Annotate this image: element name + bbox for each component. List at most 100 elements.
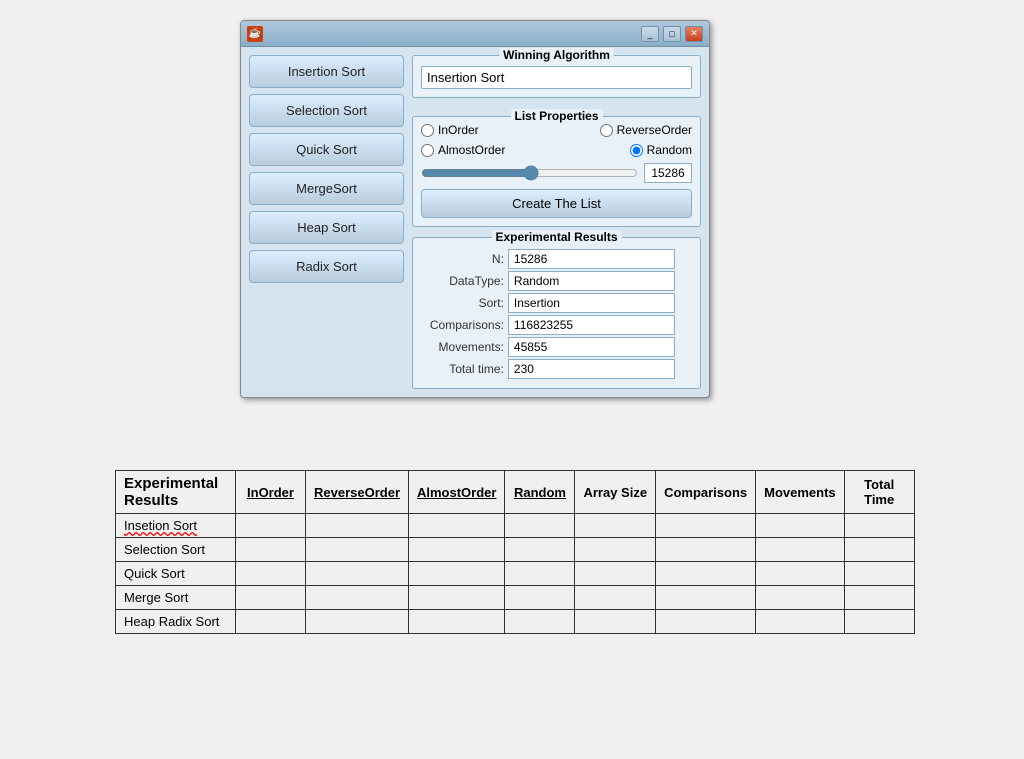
totaltime-label: Total time: bbox=[421, 358, 506, 380]
row-heapradix-comparisons bbox=[656, 610, 756, 634]
row-quick-inorder bbox=[236, 562, 306, 586]
result-totaltime-row: Total time: bbox=[421, 358, 692, 380]
close-button[interactable]: ✕ bbox=[685, 26, 703, 42]
row-selection-comparisons bbox=[656, 538, 756, 562]
row-quick-reverseorder bbox=[306, 562, 409, 586]
bottom-section: Experimental Results InOrder ReverseOrde… bbox=[115, 470, 1005, 634]
heap-sort-button[interactable]: Heap Sort bbox=[249, 211, 404, 244]
row-merge-arraysize bbox=[575, 586, 656, 610]
row-heapradix-almostorder bbox=[409, 610, 505, 634]
result-datatype-row: DataType: bbox=[421, 270, 692, 292]
row-selection-inorder bbox=[236, 538, 306, 562]
col-inorder: InOrder bbox=[236, 471, 306, 514]
java-icon: ☕ bbox=[247, 26, 263, 42]
row-heapradix-reverseorder bbox=[306, 610, 409, 634]
radix-sort-button[interactable]: Radix Sort bbox=[249, 250, 404, 283]
inorder-radio-item[interactable]: InOrder bbox=[421, 123, 479, 137]
row-selection-arraysize bbox=[575, 538, 656, 562]
row-insertion-comparisons bbox=[656, 514, 756, 538]
table-header-row: Experimental Results InOrder ReverseOrde… bbox=[116, 471, 915, 514]
row-selection-almostorder bbox=[409, 538, 505, 562]
sort-value[interactable] bbox=[508, 293, 675, 313]
row-merge-random bbox=[505, 586, 575, 610]
row-quick-totaltime bbox=[844, 562, 914, 586]
almostorder-radio-item[interactable]: AlmostOrder bbox=[421, 143, 505, 157]
row-selection-random bbox=[505, 538, 575, 562]
row-heapradix-movements bbox=[756, 610, 845, 634]
window-controls: _ □ ✕ bbox=[641, 26, 703, 42]
minimize-button[interactable]: _ bbox=[641, 26, 659, 42]
row-selection-movements bbox=[756, 538, 845, 562]
table-row: Insetion Sort bbox=[116, 514, 915, 538]
sort-window: ☕ _ □ ✕ Insertion Sort Selection Sort Qu… bbox=[240, 20, 710, 398]
row-quick-comparisons bbox=[656, 562, 756, 586]
row-selection-sort: Selection Sort bbox=[116, 538, 236, 562]
row-merge-inorder bbox=[236, 586, 306, 610]
reverseorder-radio-item[interactable]: ReverseOrder bbox=[600, 123, 692, 137]
row-quick-sort: Quick Sort bbox=[116, 562, 236, 586]
insertion-sort-cell: Insetion Sort bbox=[124, 518, 197, 533]
row-quick-movements bbox=[756, 562, 845, 586]
row-insertion-reverseorder bbox=[306, 514, 409, 538]
inorder-label: InOrder bbox=[438, 123, 479, 137]
row-merge-almostorder bbox=[409, 586, 505, 610]
random-radio-item[interactable]: Random bbox=[630, 143, 692, 157]
row-merge-totaltime bbox=[844, 586, 914, 610]
comparisons-value[interactable] bbox=[508, 315, 675, 335]
table-row: Selection Sort bbox=[116, 538, 915, 562]
size-slider[interactable] bbox=[421, 165, 638, 181]
winning-algorithm-input[interactable] bbox=[421, 66, 692, 89]
col-arraysize: Array Size bbox=[575, 471, 656, 514]
window-body: Insertion Sort Selection Sort Quick Sort… bbox=[241, 47, 709, 397]
winning-algorithm-label: Winning Algorithm bbox=[499, 48, 614, 62]
title-bar: ☕ _ □ ✕ bbox=[241, 21, 709, 47]
reverseorder-radio[interactable] bbox=[600, 124, 613, 137]
maximize-button[interactable]: □ bbox=[663, 26, 681, 42]
row-insertion-sort: Insetion Sort bbox=[116, 514, 236, 538]
row-insertion-inorder bbox=[236, 514, 306, 538]
right-panel: Winning Algorithm List Properties InOrde… bbox=[412, 55, 701, 389]
row-heapradix-inorder bbox=[236, 610, 306, 634]
row-quick-arraysize bbox=[575, 562, 656, 586]
col-reverseorder: ReverseOrder bbox=[306, 471, 409, 514]
create-list-button[interactable]: Create The List bbox=[421, 189, 692, 218]
reverseorder-label: ReverseOrder bbox=[617, 123, 692, 137]
col-movements: Movements bbox=[756, 471, 845, 514]
col-comparisons: Comparisons bbox=[656, 471, 756, 514]
sort-label: Sort: bbox=[421, 292, 506, 314]
almostorder-radio[interactable] bbox=[421, 144, 434, 157]
datatype-value[interactable] bbox=[508, 271, 675, 291]
slider-row: 15286 bbox=[421, 163, 692, 183]
movements-label: Movements: bbox=[421, 336, 506, 358]
result-n-row: N: bbox=[421, 248, 692, 270]
row-heapradix-arraysize bbox=[575, 610, 656, 634]
row-insertion-totaltime bbox=[844, 514, 914, 538]
merge-sort-button[interactable]: MergeSort bbox=[249, 172, 404, 205]
totaltime-value[interactable] bbox=[508, 359, 675, 379]
insertion-sort-button[interactable]: Insertion Sort bbox=[249, 55, 404, 88]
winning-algorithm-group: Winning Algorithm bbox=[412, 55, 701, 98]
results-header: Experimental Results bbox=[116, 471, 236, 514]
header-line2: Results bbox=[124, 492, 178, 509]
table-row: Merge Sort bbox=[116, 586, 915, 610]
row-merge-sort: Merge Sort bbox=[116, 586, 236, 610]
n-value[interactable] bbox=[508, 249, 675, 269]
result-comparisons-row: Comparisons: bbox=[421, 314, 692, 336]
row-merge-movements bbox=[756, 586, 845, 610]
selection-sort-button[interactable]: Selection Sort bbox=[249, 94, 404, 127]
row-merge-comparisons bbox=[656, 586, 756, 610]
results-table: N: DataType: Sort: Comparisons: bbox=[421, 248, 692, 380]
quick-sort-button[interactable]: Quick Sort bbox=[249, 133, 404, 166]
row-selection-reverseorder bbox=[306, 538, 409, 562]
random-radio[interactable] bbox=[630, 144, 643, 157]
row-selection-totaltime bbox=[844, 538, 914, 562]
movements-value[interactable] bbox=[508, 337, 675, 357]
almostorder-label: AlmostOrder bbox=[438, 143, 505, 157]
row-merge-reverseorder bbox=[306, 586, 409, 610]
row-quick-random bbox=[505, 562, 575, 586]
radio-row-2: AlmostOrder Random bbox=[421, 143, 692, 157]
inorder-radio[interactable] bbox=[421, 124, 434, 137]
experimental-results-group: Experimental Results N: DataType: Sort: bbox=[412, 237, 701, 389]
row-heapradix-random bbox=[505, 610, 575, 634]
row-insertion-movements bbox=[756, 514, 845, 538]
